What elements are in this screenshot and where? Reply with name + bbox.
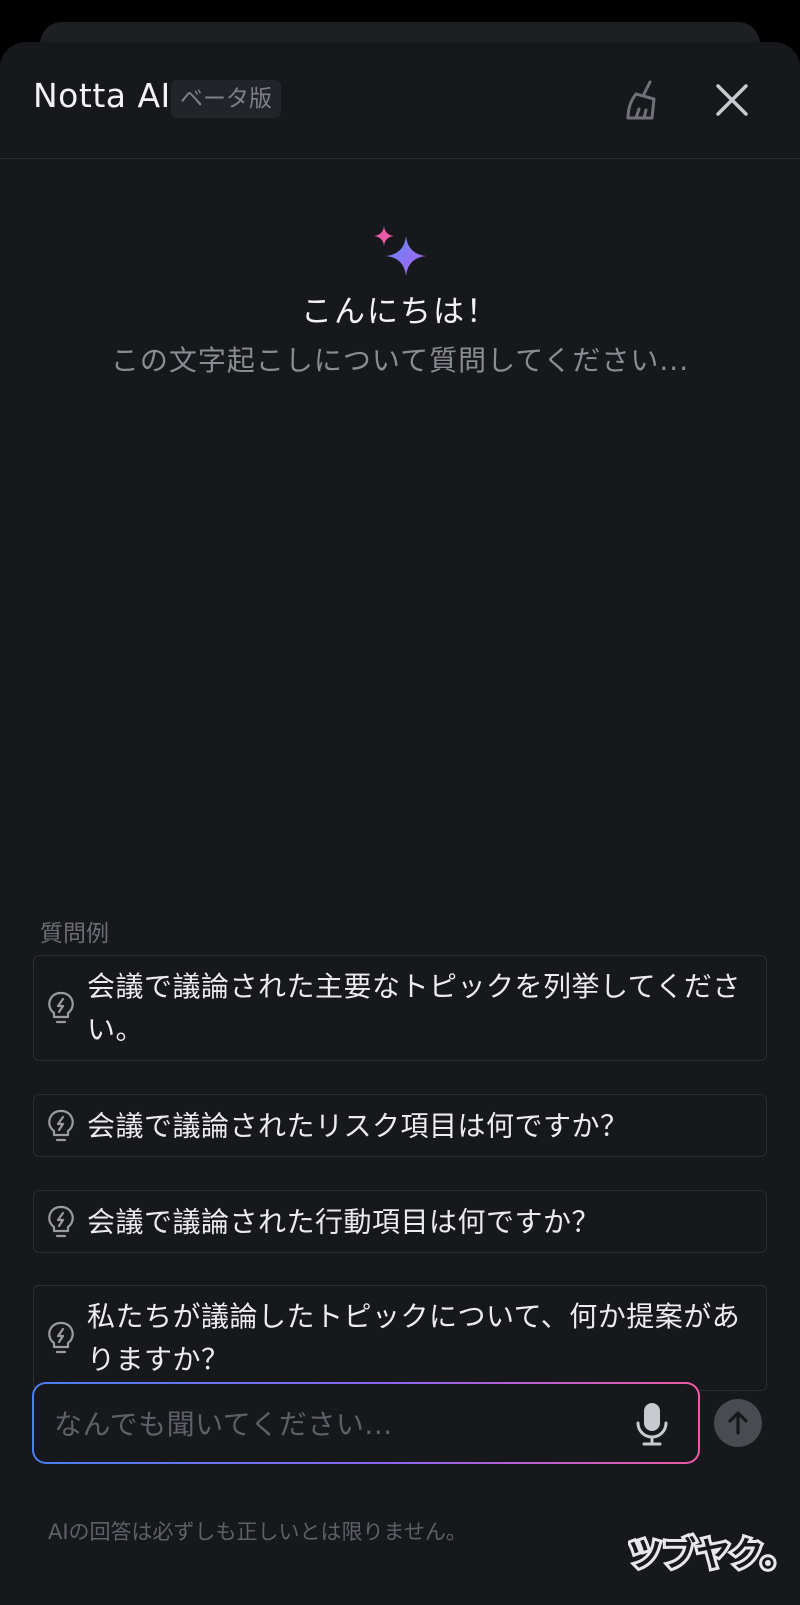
notta-ai-panel: Notta AI ベータ版 こんにちは！ この文字起こしについて質問してください… xyxy=(0,42,800,1605)
watermark-logo: ツブヤク。 xyxy=(625,1532,798,1578)
microphone-button[interactable] xyxy=(630,1400,674,1448)
example-question-2[interactable]: 会議で議論されたリスク項目は何ですか？ xyxy=(33,1094,767,1157)
lightbulb-icon xyxy=(48,1321,74,1354)
send-button[interactable] xyxy=(714,1399,762,1447)
chat-input-inner xyxy=(34,1384,698,1464)
watermark-graphic: ツブヤク。 xyxy=(625,1532,798,1578)
arrow-up-icon xyxy=(728,1411,748,1435)
watermark-text: ツブヤク。 xyxy=(628,1535,788,1574)
lightbulb-icon xyxy=(48,1205,74,1237)
example-question-4[interactable]: 私たちが議論したトピックについて、何か提案がありますか？ xyxy=(33,1285,767,1391)
clear-chat-button[interactable] xyxy=(618,74,670,126)
microphone-icon xyxy=(636,1403,668,1446)
hero-subtext: この文字起こしについて質問してください... xyxy=(110,344,690,377)
example-question-text: 会議で議論された行動項目は何ですか？ xyxy=(87,1205,601,1238)
broom-icon xyxy=(626,80,656,120)
beta-badge: ベータ版 xyxy=(171,80,281,118)
example-question-3[interactable]: 会議で議論された行動項目は何ですか？ xyxy=(33,1190,767,1253)
close-button[interactable] xyxy=(706,74,758,126)
example-question-1[interactable]: 会議で議論された主要なトピックを列挙してください。 xyxy=(33,955,767,1061)
chat-input-box xyxy=(32,1382,700,1464)
chat-input[interactable] xyxy=(52,1384,596,1464)
example-question-text: 会議で議論されたリスク項目は何ですか？ xyxy=(87,1109,629,1142)
lightbulb-icon xyxy=(48,1109,74,1141)
example-question-text: 会議で議論された主要なトピックを列挙してください。 xyxy=(87,970,741,1046)
panel-header: Notta AI ベータ版 xyxy=(0,42,800,159)
examples-label: 質問例 xyxy=(40,921,109,947)
greeting-text: こんにちは！ xyxy=(301,294,499,330)
ai-disclaimer: AIの回答は必ずしも正しいとは限りません。 xyxy=(48,1520,467,1544)
lightbulb-icon xyxy=(48,991,74,1024)
sparkle-icon xyxy=(374,226,426,276)
close-icon xyxy=(716,84,748,116)
panel-title: Notta AI xyxy=(33,76,171,115)
example-question-text: 私たちが議論したトピックについて、何か提案がありますか？ xyxy=(87,1300,741,1376)
